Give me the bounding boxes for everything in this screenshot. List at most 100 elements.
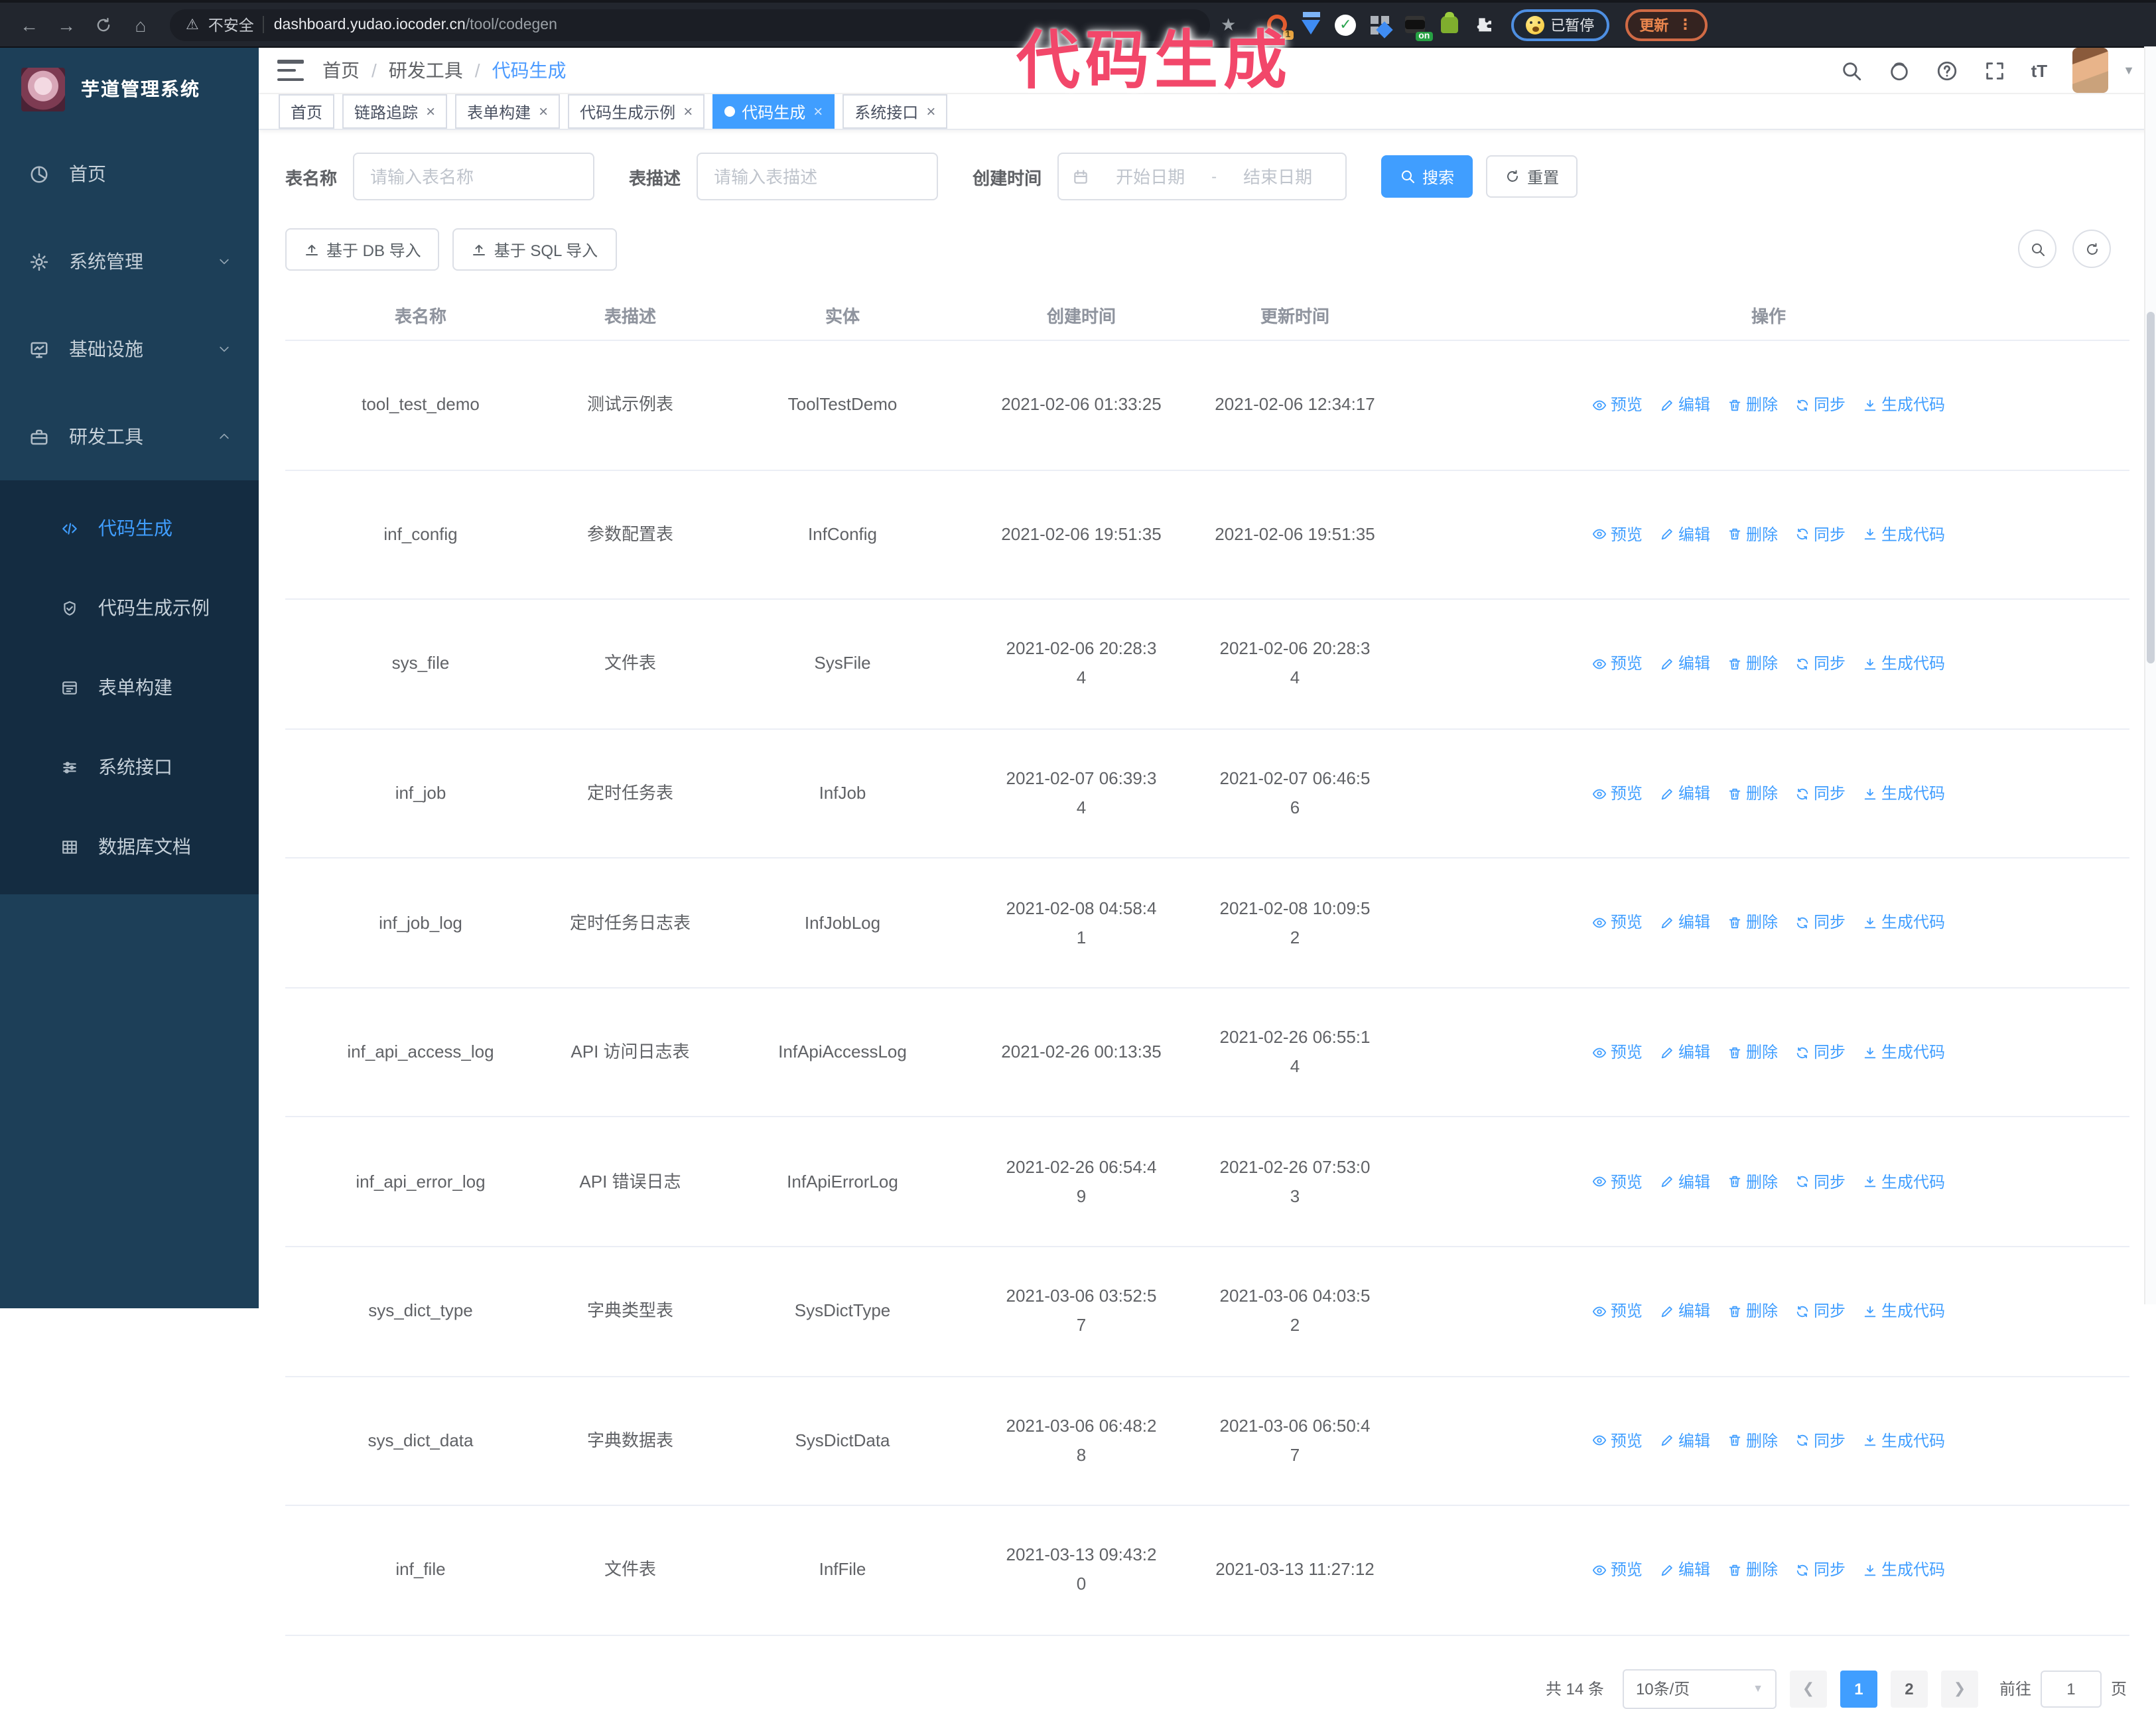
close-tab-icon[interactable]: × (683, 102, 693, 121)
extension-switch-icon[interactable]: on (1403, 13, 1433, 41)
preview-link[interactable]: 预览 (1592, 391, 1643, 419)
generate-code-link[interactable]: 生成代码 (1863, 1427, 1945, 1454)
reset-button[interactable]: 重置 (1486, 155, 1578, 198)
generate-code-link[interactable]: 生成代码 (1863, 780, 1945, 807)
sync-link[interactable]: 同步 (1795, 1039, 1846, 1066)
edit-link[interactable]: 编辑 (1660, 521, 1710, 548)
table-name-input[interactable] (353, 153, 595, 200)
edit-link[interactable]: 编辑 (1660, 651, 1710, 678)
sidebar-item-devtools[interactable]: 研发工具 (0, 393, 259, 480)
sync-link[interactable]: 同步 (1795, 1427, 1846, 1454)
generate-code-link[interactable]: 生成代码 (1863, 910, 1945, 937)
edit-link[interactable]: 编辑 (1660, 780, 1710, 807)
sidebar-item-codegen-demo[interactable]: 代码生成示例 (0, 568, 259, 648)
preview-link[interactable]: 预览 (1592, 1039, 1643, 1066)
preview-link[interactable]: 预览 (1592, 910, 1643, 937)
sync-link[interactable]: 同步 (1795, 1557, 1846, 1584)
tag-tab-form-builder[interactable]: 表单构建 × (455, 94, 561, 129)
edit-link[interactable]: 编辑 (1660, 1427, 1710, 1454)
extension-grid-icon[interactable] (1369, 13, 1391, 36)
tag-tab-system-api[interactable]: 系统接口 × (842, 94, 948, 129)
extension-droid-icon[interactable] (1438, 12, 1460, 36)
sync-link[interactable]: 同步 (1795, 910, 1846, 937)
sidebar-item-home[interactable]: 首页 (0, 130, 259, 218)
browser-back-icon[interactable]: ← (13, 9, 45, 40)
delete-link[interactable]: 删除 (1727, 1557, 1778, 1584)
delete-link[interactable]: 删除 (1727, 521, 1778, 548)
tag-tab-home[interactable]: 首页 (279, 94, 335, 129)
import-db-button[interactable]: 基于 DB 导入 (285, 228, 440, 271)
next-page-button[interactable]: ❯ (1940, 1670, 1978, 1708)
extension-gem-icon[interactable] (1300, 13, 1322, 36)
extension-check-icon[interactable]: ✓ (1334, 13, 1357, 36)
sidebar-item-system-api[interactable]: 系统接口 (0, 727, 259, 807)
sync-link[interactable]: 同步 (1795, 780, 1846, 807)
preview-link[interactable]: 预览 (1592, 1557, 1643, 1584)
sidebar-item-db-doc[interactable]: 数据库文档 (0, 807, 259, 886)
preview-link[interactable]: 预览 (1592, 1427, 1643, 1454)
close-tab-icon[interactable]: × (539, 102, 548, 121)
update-browser-button[interactable]: 更新 ⋮ (1625, 9, 1708, 40)
page-button-1[interactable]: 1 (1840, 1670, 1877, 1708)
toggle-search-button[interactable] (2018, 230, 2056, 268)
delete-link[interactable]: 删除 (1727, 391, 1778, 419)
tag-tab-tracing[interactable]: 链路追踪 × (342, 94, 448, 129)
user-avatar[interactable] (2072, 48, 2109, 93)
delete-link[interactable]: 删除 (1727, 910, 1778, 937)
breadcrumb-devtools[interactable]: 研发工具 (389, 57, 463, 84)
app-logo-row[interactable]: 芋道管理系统 (0, 48, 259, 130)
scrollbar-thumb[interactable] (2147, 312, 2155, 663)
sidebar-item-codegen[interactable]: 代码生成 (0, 488, 259, 568)
delete-link[interactable]: 删除 (1727, 1298, 1778, 1325)
sync-link[interactable]: 同步 (1795, 651, 1846, 678)
sync-link[interactable]: 同步 (1795, 1298, 1846, 1325)
github-icon[interactable] (1888, 59, 1911, 82)
search-icon[interactable] (1840, 59, 1863, 82)
delete-link[interactable]: 删除 (1727, 1427, 1778, 1454)
sidebar-item-form-builder[interactable]: 表单构建 (0, 648, 259, 727)
kebab-menu-icon[interactable]: ⋮ (1678, 16, 1692, 33)
browser-reload-icon[interactable] (88, 9, 119, 40)
generate-code-link[interactable]: 生成代码 (1863, 1168, 1945, 1196)
generate-code-link[interactable]: 生成代码 (1863, 651, 1945, 678)
close-tab-icon[interactable]: × (426, 102, 435, 121)
page-scrollbar[interactable] (2144, 46, 2156, 1304)
preview-link[interactable]: 预览 (1592, 780, 1643, 807)
extensions-puzzle-icon[interactable] (1472, 13, 1495, 36)
tag-tab-codegen-demo[interactable]: 代码生成示例 × (568, 94, 705, 129)
close-tab-icon[interactable]: × (926, 102, 935, 121)
tag-tab-codegen[interactable]: 代码生成 × (712, 94, 835, 129)
preview-link[interactable]: 预览 (1592, 1168, 1643, 1196)
font-size-icon[interactable]: tT (2031, 60, 2048, 80)
generate-code-link[interactable]: 生成代码 (1863, 391, 1945, 419)
sidebar-item-system[interactable]: 系统管理 (0, 218, 259, 305)
refresh-table-button[interactable] (2072, 230, 2111, 268)
delete-link[interactable]: 删除 (1727, 780, 1778, 807)
sidebar-toggle-icon[interactable] (277, 60, 304, 81)
preview-link[interactable]: 预览 (1592, 521, 1643, 548)
edit-link[interactable]: 编辑 (1660, 1557, 1710, 1584)
browser-forward-icon[interactable]: → (50, 9, 82, 40)
generate-code-link[interactable]: 生成代码 (1863, 1557, 1945, 1584)
sidebar-item-infra[interactable]: 基础设施 (0, 305, 259, 393)
page-button-2[interactable]: 2 (1890, 1670, 1928, 1708)
start-date-input[interactable] (1100, 165, 1201, 188)
sync-link[interactable]: 同步 (1795, 391, 1846, 419)
end-date-input[interactable] (1227, 165, 1329, 188)
edit-link[interactable]: 编辑 (1660, 910, 1710, 937)
preview-link[interactable]: 预览 (1592, 651, 1643, 678)
paused-extension-pill[interactable]: 已暂停 (1511, 9, 1609, 40)
generate-code-link[interactable]: 生成代码 (1863, 1298, 1945, 1325)
delete-link[interactable]: 删除 (1727, 1168, 1778, 1196)
import-sql-button[interactable]: 基于 SQL 导入 (452, 228, 617, 271)
goto-page-input[interactable] (2040, 1670, 2102, 1708)
browser-home-icon[interactable]: ⌂ (125, 9, 157, 40)
preview-link[interactable]: 预览 (1592, 1298, 1643, 1325)
edit-link[interactable]: 编辑 (1660, 1039, 1710, 1066)
edit-link[interactable]: 编辑 (1660, 1168, 1710, 1196)
date-range-picker[interactable]: - (1057, 153, 1347, 200)
generate-code-link[interactable]: 生成代码 (1863, 521, 1945, 548)
edit-link[interactable]: 编辑 (1660, 391, 1710, 419)
help-icon[interactable] (1936, 59, 1958, 82)
sync-link[interactable]: 同步 (1795, 1168, 1846, 1196)
